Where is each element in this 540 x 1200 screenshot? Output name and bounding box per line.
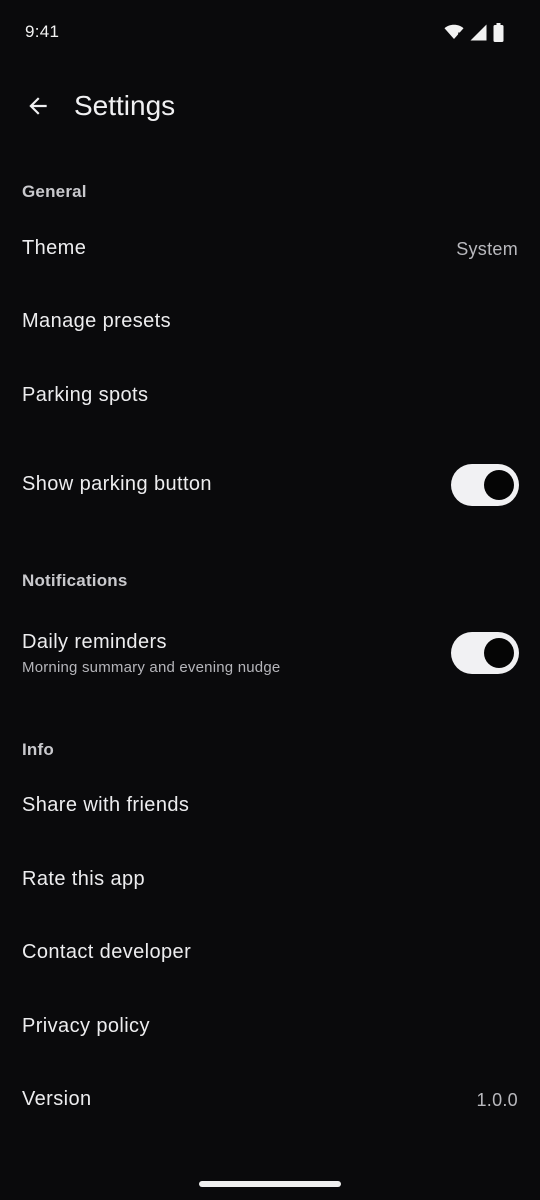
status-time: 9:41	[25, 22, 60, 41]
show-parking-button-row[interactable]: Show parking button	[0, 440, 540, 530]
contact-row[interactable]: Contact developer	[0, 917, 540, 989]
cellular-signal-icon	[470, 24, 487, 41]
arrow-left-icon	[25, 93, 51, 119]
version-value: 1.0.0	[476, 1090, 518, 1110]
rate-row[interactable]: Rate this app	[0, 843, 540, 915]
rate-label: Rate this app	[22, 868, 146, 890]
privacy-row[interactable]: Privacy policy	[0, 990, 540, 1062]
section-header-general: General	[22, 182, 87, 201]
toggle-knob	[484, 638, 514, 668]
theme-value: System	[456, 239, 518, 259]
wifi-icon	[444, 24, 464, 40]
theme-row[interactable]: Theme System	[0, 212, 540, 284]
daily-reminders-toggle[interactable]	[451, 632, 519, 674]
share-label: Share with friends	[22, 794, 190, 816]
status-icons	[444, 22, 504, 42]
gesture-nav-handle[interactable]	[199, 1181, 341, 1187]
show-parking-button-label: Show parking button	[22, 473, 212, 495]
manage-presets-row[interactable]: Manage presets	[0, 286, 540, 358]
manage-presets-label: Manage presets	[22, 310, 172, 332]
back-button[interactable]	[14, 82, 62, 130]
battery-icon	[493, 22, 504, 42]
privacy-label: Privacy policy	[22, 1015, 150, 1037]
show-parking-button-toggle[interactable]	[451, 464, 519, 506]
contact-label: Contact developer	[22, 941, 192, 963]
section-header-info: Info	[22, 740, 54, 759]
page-title: Settings	[74, 90, 176, 121]
theme-label: Theme	[22, 237, 87, 259]
daily-reminders-label: Daily reminders	[22, 631, 167, 653]
status-bar: 9:41	[0, 0, 540, 64]
share-row[interactable]: Share with friends	[0, 770, 540, 842]
version-row: Version 1.0.0	[0, 1064, 540, 1136]
toggle-knob	[484, 470, 514, 500]
parking-spots-label: Parking spots	[22, 384, 149, 406]
daily-reminders-row[interactable]: Daily reminders Morning summary and even…	[0, 612, 540, 698]
daily-reminders-subtitle: Morning summary and evening nudge	[22, 659, 281, 676]
section-header-notifications: Notifications	[22, 571, 128, 590]
app-bar: Settings	[0, 70, 540, 142]
version-label: Version	[22, 1088, 92, 1110]
parking-spots-row[interactable]: Parking spots	[0, 359, 540, 431]
